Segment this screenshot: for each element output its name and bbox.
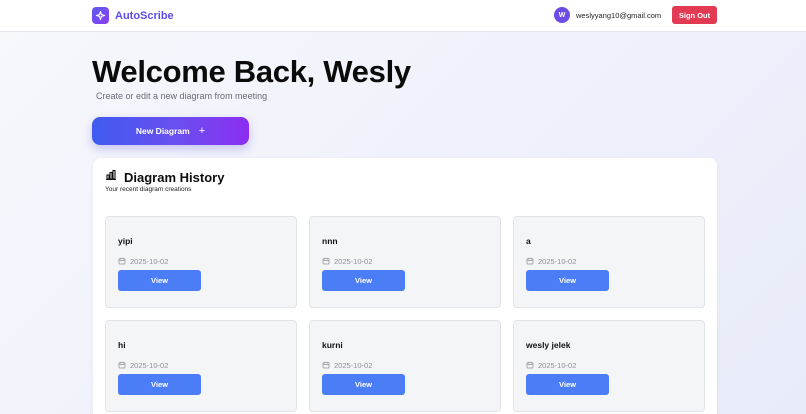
view-button[interactable]: View [322, 270, 405, 291]
diagram-card: a 2025-10-02 View [513, 216, 705, 308]
view-button[interactable]: View [118, 270, 201, 291]
sign-out-button[interactable]: Sign Out [672, 6, 717, 24]
calendar-icon [322, 252, 330, 270]
panel-subtitle: Your recent diagram creations [105, 186, 192, 193]
diagram-card: wesly jelek 2025-10-02 View [513, 320, 705, 412]
date-text: 2025-10-02 [334, 360, 373, 370]
page-title: Welcome Back, Wesly [92, 54, 411, 89]
new-diagram-button[interactable]: New Diagram + [92, 117, 249, 145]
diagram-title: nnn [322, 236, 338, 246]
avatar[interactable]: W [554, 7, 570, 23]
calendar-icon [526, 356, 534, 374]
diagram-title: yipi [118, 236, 133, 246]
calendar-icon [322, 356, 330, 374]
diagram-date: 2025-10-02 [322, 356, 372, 374]
brand-name: AutoScribe [115, 9, 174, 22]
view-button[interactable]: View [526, 270, 609, 291]
diagram-card: yipi 2025-10-02 View [105, 216, 297, 308]
user-info: W weslyyang10@gmail.com [554, 7, 661, 23]
new-diagram-label: New Diagram [135, 126, 190, 136]
view-button[interactable]: View [322, 374, 405, 395]
diagram-card: nnn 2025-10-02 View [309, 216, 501, 308]
calendar-icon [118, 252, 126, 270]
panel-title: Diagram History [124, 169, 225, 185]
date-text: 2025-10-02 [538, 360, 577, 370]
diagram-date: 2025-10-02 [526, 252, 576, 270]
diagram-date: 2025-10-02 [118, 252, 168, 270]
diagram-title: a [526, 236, 531, 246]
calendar-icon [118, 356, 126, 374]
view-button[interactable]: View [526, 374, 609, 395]
top-navbar: AutoScribe W weslyyang10@gmail.com Sign … [0, 0, 806, 32]
diagram-date: 2025-10-02 [526, 356, 576, 374]
user-email: weslyyang10@gmail.com [576, 10, 662, 20]
view-button[interactable]: View [118, 374, 201, 395]
diagram-date: 2025-10-02 [322, 252, 372, 270]
plus-icon: + [198, 124, 206, 137]
page-subtitle: Create or edit a new diagram from meetin… [96, 91, 268, 101]
diagram-card: kurni 2025-10-02 View [309, 320, 501, 412]
date-text: 2025-10-02 [130, 360, 169, 370]
diagram-title: wesly jelek [526, 340, 571, 350]
sparkle-icon [92, 7, 109, 24]
brand[interactable]: AutoScribe [92, 7, 174, 24]
bar-chart-icon [105, 168, 117, 186]
date-text: 2025-10-02 [334, 256, 373, 266]
calendar-icon [526, 252, 534, 270]
diagram-title: kurni [322, 340, 343, 350]
diagram-date: 2025-10-02 [118, 356, 168, 374]
diagram-card: hi 2025-10-02 View [105, 320, 297, 412]
diagram-title: hi [118, 340, 126, 350]
date-text: 2025-10-02 [130, 256, 169, 266]
date-text: 2025-10-02 [538, 256, 577, 266]
panel-header: Diagram History [105, 168, 224, 186]
diagram-history-panel: Diagram History Your recent diagram crea… [93, 158, 717, 414]
